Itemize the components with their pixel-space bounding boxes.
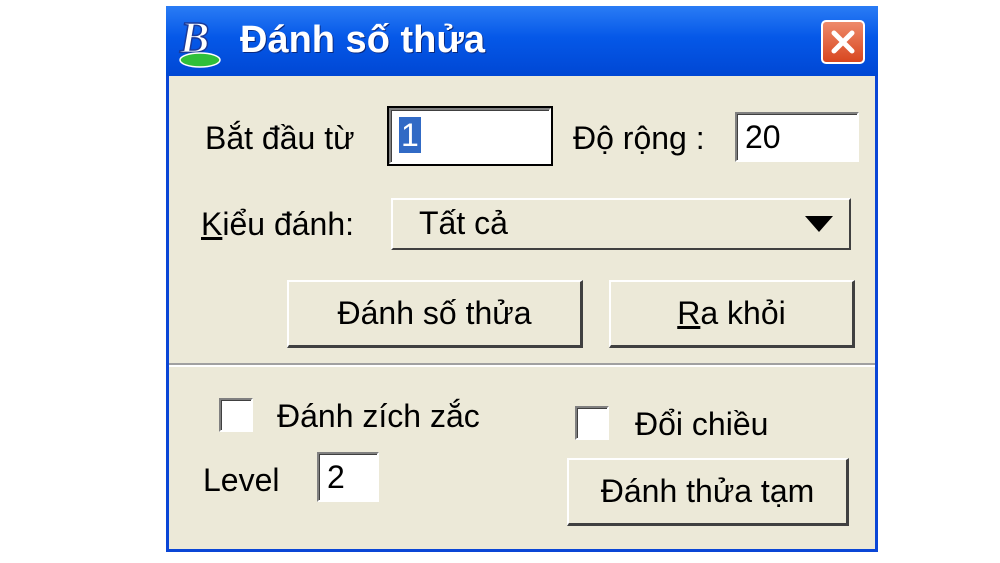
temp-number-button[interactable]: Đánh thửa tạm — [567, 458, 849, 526]
numbering-type-label-rest: iểu đánh: — [222, 206, 355, 242]
number-parcels-button[interactable]: Đánh số thửa — [287, 280, 583, 348]
width-label: Độ rộng : — [573, 120, 705, 156]
level-input[interactable]: 2 — [317, 452, 379, 502]
section-divider — [169, 363, 875, 367]
zigzag-label: Đánh zích zắc — [277, 398, 480, 434]
letter-b-app-icon: B — [178, 14, 221, 68]
width-value: 20 — [745, 119, 781, 155]
zigzag-checkbox[interactable] — [219, 398, 253, 432]
numbering-type-mnemonic: K — [201, 206, 223, 242]
title-bar[interactable]: B Đánh số thửa — [166, 6, 878, 76]
start-input[interactable]: 1 — [387, 106, 553, 166]
exit-label-rest: a khỏi — [700, 295, 786, 331]
exit-button[interactable]: Ra khỏi — [609, 280, 855, 348]
start-label: Bắt đầu từ — [205, 120, 355, 156]
dialog-title: Đánh số thửa — [240, 19, 485, 61]
numbering-type-selected: Tất cả — [419, 205, 508, 241]
close-button[interactable] — [821, 20, 865, 64]
reverse-checkbox[interactable] — [575, 406, 609, 440]
numbering-type-dropdown[interactable]: Tất cả — [391, 198, 851, 250]
numbering-dialog: B Đánh số thửa Bắt đầu từ 1 Độ rộng : 20… — [166, 6, 878, 552]
close-x-icon — [831, 30, 855, 54]
triangle-down-icon — [805, 216, 833, 232]
level-label: Level — [203, 462, 280, 498]
start-value: 1 — [399, 117, 421, 153]
reverse-label: Đổi chiều — [635, 406, 769, 442]
width-input[interactable]: 20 — [735, 112, 859, 162]
exit-mnemonic: R — [677, 295, 701, 331]
numbering-type-label: Kiểu đánh: — [201, 206, 354, 243]
level-value: 2 — [327, 459, 345, 495]
